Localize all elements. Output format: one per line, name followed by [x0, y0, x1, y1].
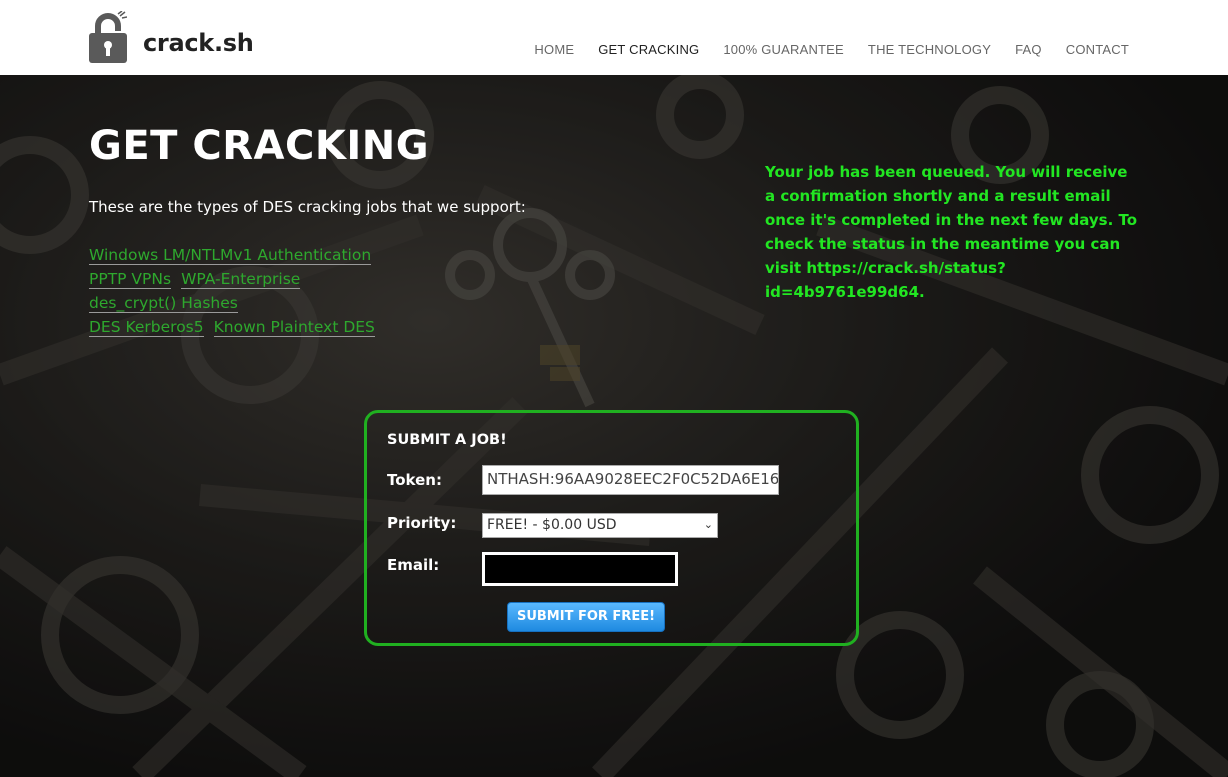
email-label: Email: — [387, 556, 440, 574]
token-input[interactable]: NTHASH:96AA9028EEC2F0C52DA6E164 — [482, 465, 779, 495]
token-label: Token: — [387, 471, 442, 489]
hero-section: GET CRACKING These are the types of DES … — [0, 75, 1228, 777]
page-title: GET CRACKING — [89, 123, 430, 169]
form-title: SUBMIT A JOB! — [387, 432, 507, 448]
brand-logo[interactable]: crack.sh — [89, 11, 254, 63]
nav-guarantee[interactable]: 100% GUARANTEE — [723, 42, 844, 57]
nav-faq[interactable]: FAQ — [1015, 42, 1042, 57]
priority-selected-value: FREE! - $0.00 USD — [487, 517, 617, 533]
nav-technology[interactable]: THE TECHNOLOGY — [868, 42, 991, 57]
site-header: crack.sh HOME GET CRACKING 100% GUARANTE… — [0, 0, 1228, 75]
submit-button[interactable]: SUBMIT FOR FREE! — [507, 602, 665, 632]
queued-notice: Your job has been queued. You will recei… — [765, 163, 1138, 301]
priority-label: Priority: — [387, 514, 457, 532]
email-field[interactable] — [482, 552, 678, 586]
link-known-plaintext[interactable]: Known Plaintext DES — [213, 318, 375, 337]
link-wpa[interactable]: WPA-Enterprise — [181, 270, 301, 289]
submit-job-form: SUBMIT A JOB! Token: NTHASH:96AA9028EEC2… — [364, 410, 859, 646]
main-nav: HOME GET CRACKING 100% GUARANTEE THE TEC… — [534, 42, 1129, 57]
link-pptp[interactable]: PPTP VPNs — [89, 270, 172, 289]
brand-name: crack.sh — [143, 29, 254, 57]
link-windows-lm[interactable]: Windows LM/NTLMv1 Authentication — [89, 246, 372, 265]
nav-contact[interactable]: CONTACT — [1066, 42, 1129, 57]
nav-get-cracking[interactable]: GET CRACKING — [598, 42, 699, 57]
nav-home[interactable]: HOME — [534, 42, 574, 57]
lock-icon — [89, 11, 127, 63]
intro-text: These are the types of DES cracking jobs… — [89, 198, 526, 216]
job-type-links: Windows LM/NTLMv1 Authentication PPTP VP… — [89, 243, 385, 339]
link-kerberos[interactable]: DES Kerberos5 — [89, 318, 204, 337]
priority-select[interactable]: FREE! - $0.00 USD ⌄ — [482, 513, 718, 538]
link-des-crypt[interactable]: des_crypt() Hashes — [89, 294, 238, 313]
chevron-down-icon: ⌄ — [703, 518, 713, 531]
